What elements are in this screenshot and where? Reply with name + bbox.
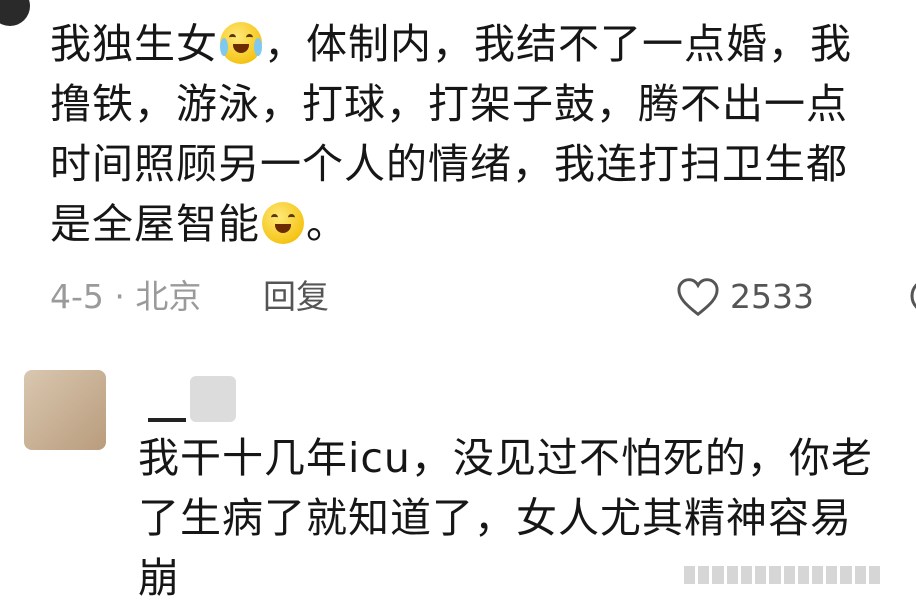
reply-button[interactable]: 回复 [263, 272, 329, 322]
previous-avatar[interactable] [0, 0, 30, 26]
watermark-logo [684, 566, 881, 584]
comment-body: 我独生女 ，体制内，我结不了一点婚，我 撸铁，游泳，打球，打架子鼓，腾不出一点 时… [50, 14, 916, 254]
comment-line-3: 时间照顾另一个人的情绪，我连打扫卫生都 [50, 140, 848, 188]
reply-avatar[interactable] [24, 370, 106, 450]
dislike-icon[interactable] [892, 276, 916, 316]
comment-line-2: 撸铁，游泳，打球，打架子鼓，腾不出一点 [50, 80, 848, 128]
reply-line-2: 了生病了就知道了，女人尤其精神容易 [138, 494, 852, 542]
comment-date-location: 4-5 · 北京 [50, 277, 202, 316]
reply-line-1: 我干十几年icu，没见过不怕死的，你老 [138, 434, 873, 482]
smile-emoji-icon [262, 202, 304, 244]
heart-icon [677, 278, 719, 317]
comment-line-4b: 。 [306, 200, 348, 248]
reply-author-badge [190, 376, 236, 422]
comment-line-1b: ，体制内，我结不了一点婚，我 [264, 20, 852, 68]
like-button[interactable]: 2533 [676, 272, 814, 322]
like-count: 2533 [730, 277, 814, 316]
comment-meta-row: 4-5 · 北京 回复 2533 [50, 272, 916, 322]
reply-author-mark [148, 418, 186, 422]
comment-line-4a: 是全屋智能 [50, 200, 260, 248]
comment-line-1a: 我独生女 [50, 20, 218, 68]
crying-laugh-emoji-icon [220, 22, 262, 64]
